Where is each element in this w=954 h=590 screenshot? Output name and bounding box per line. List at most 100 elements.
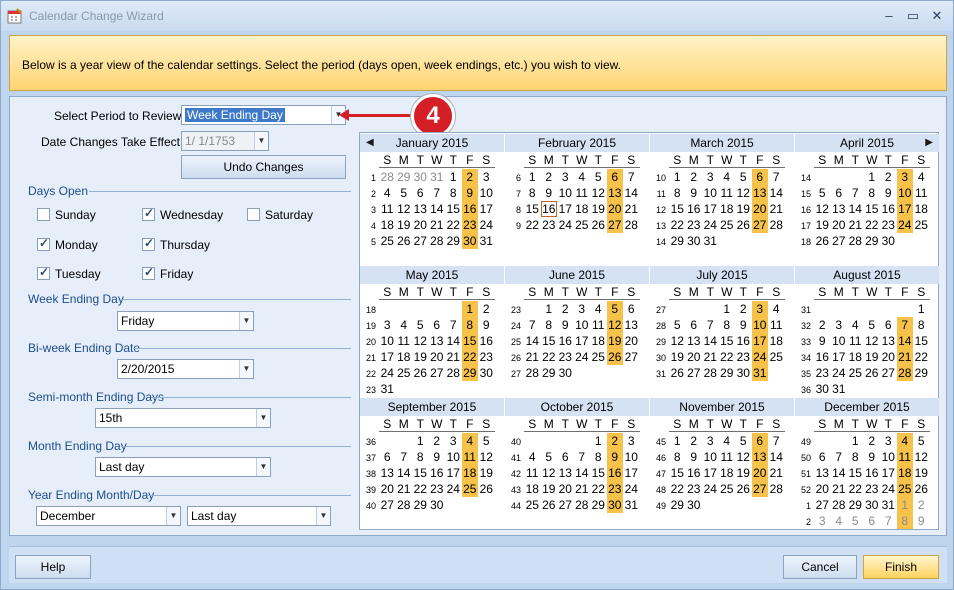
calendar-day[interactable]: 8 [461,317,478,333]
calendar-day[interactable]: 10 [623,449,640,465]
calendar-day[interactable]: 4 [461,433,478,449]
calendar-day[interactable]: 25 [379,233,396,249]
calendar-day[interactable]: 31 [751,365,768,381]
calendar-day[interactable]: 26 [396,233,413,249]
calendar-day[interactable]: 31 [623,497,640,513]
calendar-day[interactable]: 22 [445,217,462,233]
calendar-day[interactable]: 7 [623,169,640,185]
chevron-down-icon[interactable]: ▼ [239,360,253,378]
calendar-day[interactable]: 21 [896,349,913,365]
calendar-day[interactable]: 1 [524,169,541,185]
calendar-day[interactable]: 27 [880,365,897,381]
calendar-day[interactable]: 14 [896,333,913,349]
calendar-day[interactable]: 18 [524,481,541,497]
calendar-day[interactable]: 17 [379,349,396,365]
calendar-day[interactable]: 12 [606,317,623,333]
calendar-day[interactable]: 14 [445,333,462,349]
calendar-day[interactable]: 20 [606,201,623,217]
calendar-day[interactable]: 24 [445,481,462,497]
calendar-day[interactable]: 23 [461,217,478,233]
calendar-day[interactable]: 26 [735,481,752,497]
calendar-day[interactable]: 25 [896,481,913,497]
calendar-day[interactable]: 7 [847,185,864,201]
calendar-day[interactable]: 1 [864,169,881,185]
calendar-day[interactable]: 4 [524,449,541,465]
calendar-day[interactable]: 2 [461,169,478,185]
calendar-day[interactable]: 17 [896,201,913,217]
maximize-button[interactable]: ▭ [903,7,923,25]
calendar-day[interactable]: 27 [412,233,429,249]
calendar-day[interactable]: 30 [606,497,623,513]
checkbox-saturday[interactable]: Saturday [247,208,313,222]
calendar-day[interactable]: 25 [590,349,607,365]
calendar-day[interactable]: 10 [557,185,574,201]
calendar-day[interactable]: 5 [541,449,558,465]
calendar-day[interactable]: 20 [880,349,897,365]
calendar-day[interactable]: 30 [686,233,703,249]
calendar-day[interactable]: 16 [814,349,831,365]
calendar-day[interactable]: 23 [864,481,881,497]
calendar-day[interactable]: 19 [669,349,686,365]
calendar-day[interactable]: 20 [379,481,396,497]
calendar-day[interactable]: 14 [623,185,640,201]
calendar-day[interactable]: 22 [847,481,864,497]
calendar-day[interactable]: 9 [735,317,752,333]
calendar-day[interactable]: 9 [913,513,930,529]
calendar-day[interactable]: 8 [412,449,429,465]
calendar-day[interactable]: 20 [412,217,429,233]
calendar-day[interactable]: 24 [751,349,768,365]
calendar-day[interactable]: 26 [590,217,607,233]
calendar-day[interactable]: 10 [896,185,913,201]
calendar-day[interactable]: 28 [445,365,462,381]
calendar-day[interactable]: 26 [864,365,881,381]
checkbox-box[interactable] [247,208,260,221]
calendar-day[interactable]: 3 [831,317,848,333]
calendar-day[interactable]: 2 [864,433,881,449]
calendar-day[interactable]: 16 [557,333,574,349]
calendar-day[interactable]: 28 [831,497,848,513]
calendar-day[interactable]: 25 [719,217,736,233]
calendar-day[interactable]: 2 [814,317,831,333]
checkbox-monday[interactable]: Monday [37,236,98,252]
calendar-day[interactable]: 22 [590,481,607,497]
calendar-day[interactable]: 25 [719,481,736,497]
calendar-day[interactable]: 23 [686,217,703,233]
calendar-day[interactable]: 14 [396,465,413,481]
calendar-day[interactable]: 5 [396,185,413,201]
calendar-day[interactable]: 7 [831,449,848,465]
calendar-day[interactable]: 16 [429,465,446,481]
calendar-day[interactable]: 13 [831,201,848,217]
calendar-day[interactable]: 25 [768,349,785,365]
calendar-day[interactable]: 24 [557,217,574,233]
checkbox-thursday[interactable]: Thursday [142,236,210,252]
calendar-day[interactable]: 26 [541,497,558,513]
checkbox-sunday[interactable]: Sunday [37,208,96,222]
next-month-icon[interactable]: ▶ [925,137,933,148]
calendar-day[interactable]: 31 [429,169,446,185]
calendar-day[interactable]: 17 [751,333,768,349]
calendar-day[interactable]: 5 [864,317,881,333]
calendar-day[interactable]: 3 [623,433,640,449]
calendar-day[interactable]: 28 [702,365,719,381]
calendar-day[interactable]: 18 [396,349,413,365]
calendar-day[interactable]: 2 [686,169,703,185]
calendar-day[interactable]: 24 [880,481,897,497]
calendar-day[interactable]: 22 [864,217,881,233]
calendar-day[interactable]: 21 [623,201,640,217]
calendar-day[interactable]: 5 [814,185,831,201]
calendar-day[interactable]: 17 [702,465,719,481]
calendar-day[interactable]: 11 [719,449,736,465]
calendar-day[interactable]: 15 [864,201,881,217]
calendar-day[interactable]: 10 [702,449,719,465]
calendar-day[interactable]: 9 [429,449,446,465]
calendar-day[interactable]: 15 [719,333,736,349]
calendar-day[interactable]: 23 [735,349,752,365]
calendar-day[interactable]: 16 [461,201,478,217]
calendar-day[interactable]: 1 [669,433,686,449]
calendar-day[interactable]: 8 [864,185,881,201]
calendar-day[interactable]: 11 [913,185,930,201]
calendar-day[interactable]: 28 [768,481,785,497]
semimonth-select[interactable]: 15th ▼ [95,408,271,428]
calendar-day[interactable]: 16 [540,201,557,217]
calendar-day[interactable]: 24 [831,365,848,381]
